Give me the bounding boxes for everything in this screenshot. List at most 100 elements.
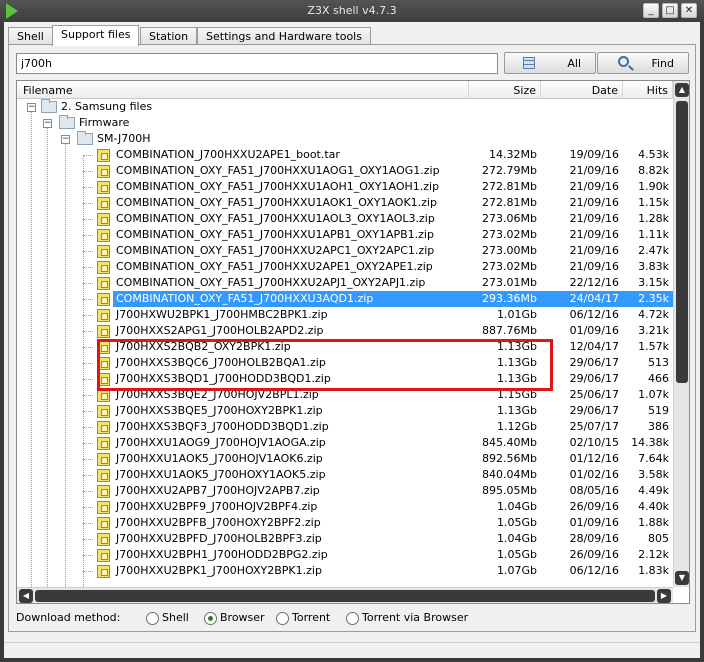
file-row[interactable]: COMBINATION_J700HXXU2APE1_boot.tar 14.32M… (17, 147, 673, 163)
file-row[interactable]: J700HXXU1AOK5_J700HOXY1AOK5.zip 840.04Mb 0… (17, 467, 673, 483)
window-title: Z3X shell v4.7.3 (307, 4, 397, 17)
column-hits[interactable]: Hits (623, 81, 673, 99)
maximize-icon[interactable]: □ (662, 3, 678, 18)
file-row[interactable]: J700HXXU2BPH1_J700HODD2BPG2.zip 1.05Gb 26/… (17, 547, 673, 563)
file-list[interactable]: Filename Size Date Hits − 2. Samsung fil… (16, 80, 690, 604)
file-date: 06/12/16 (569, 564, 619, 577)
vertical-scroll-thumb[interactable] (676, 101, 688, 383)
file-row[interactable]: COMBINATION_OXY_FA51_J700HXXU1AOH1_OXY1A… (17, 179, 673, 195)
archive-file-icon (97, 357, 110, 370)
file-row[interactable]: J700HXXS3BQE5_J700HOXY2BPK1.zip 1.13Gb 29/… (17, 403, 673, 419)
archive-file-icon (97, 229, 110, 242)
tab-settings-hardware[interactable]: Settings and Hardware tools (197, 27, 371, 45)
radio-icon[interactable] (276, 612, 289, 625)
radio-icon[interactable] (146, 612, 159, 625)
file-size: 273.02Mb (482, 228, 537, 241)
tree-guide (83, 203, 93, 204)
archive-file-icon (97, 165, 110, 178)
minimize-icon[interactable]: _ (643, 3, 659, 18)
file-row[interactable]: COMBINATION_OXY_FA51_J700HXXU2APJ1_OXY2A… (17, 275, 673, 291)
file-name: COMBINATION_OXY_FA51_J700HXXU2APE1_OXY2A… (116, 260, 433, 273)
file-hits: 4.40k (638, 500, 669, 513)
file-name: COMBINATION_OXY_FA51_J700HXXU1AOG1_OXY1A… (116, 164, 440, 177)
horizontal-scrollbar[interactable]: ◀ ▶ (17, 587, 673, 603)
radio-icon[interactable] (346, 612, 359, 625)
column-filename[interactable]: Filename (17, 81, 469, 99)
collapse-icon[interactable]: − (61, 135, 70, 144)
title-bar[interactable]: Z3X shell v4.7.3 _ □ ✕ (0, 0, 704, 22)
file-row[interactable]: J700HXXU1AOG9_J700HOJV1AOGA.zip 845.40Mb 0… (17, 435, 673, 451)
file-size: 1.04Gb (497, 532, 537, 545)
scroll-right-icon[interactable]: ▶ (657, 589, 671, 603)
file-row[interactable]: J700HXXU2BPK1_J700HOXY2BPK1.zip 1.07Gb 06/… (17, 563, 673, 579)
tree-node-firmware[interactable]: − Firmware (17, 115, 673, 131)
file-row[interactable]: COMBINATION_OXY_FA51_J700HXXU1AOG1_OXY1A… (17, 163, 673, 179)
archive-file-icon (97, 421, 110, 434)
file-row[interactable]: J700HXWU2BPK1_J700HMBC2BPK1.zip 1.01Gb 06/… (17, 307, 673, 323)
file-row[interactable]: COMBINATION_OXY_FA51_J700HXXU1APB1_OXY1A… (17, 227, 673, 243)
close-icon[interactable]: ✕ (681, 3, 697, 18)
file-row[interactable]: COMBINATION_OXY_FA51_J700HXXU2APC1_OXY2A… (17, 243, 673, 259)
collapse-icon[interactable]: − (27, 103, 36, 112)
folder-icon (41, 99, 57, 113)
search-input[interactable] (16, 53, 498, 74)
file-row[interactable]: J700HXXU2BPFB_J700HOXY2BPF2.zip 1.05Gb 01/… (17, 515, 673, 531)
file-hits: 1.90k (638, 180, 669, 193)
find-button-label: Find (651, 57, 674, 70)
file-row[interactable]: J700HXXU2BPF9_J700HOJV2BPF4.zip 1.04Gb 26/… (17, 499, 673, 515)
file-name: COMBINATION_OXY_FA51_J700HXXU3AQD1.zip (116, 292, 374, 305)
file-size: 1.05Gb (497, 516, 537, 529)
file-size: 272.79Mb (482, 164, 537, 177)
file-date: 26/09/16 (569, 500, 619, 513)
tree-node-samsung-files[interactable]: − 2. Samsung files (17, 99, 673, 115)
file-row[interactable]: J700HXXS3BQF3_J700HODD3BQD1.zip 1.12Gb 25/… (17, 419, 673, 435)
file-row[interactable]: COMBINATION_OXY_FA51_J700HXXU1AOL3_OXY1A… (17, 211, 673, 227)
tab-support-files[interactable]: Support files (52, 25, 140, 46)
horizontal-scroll-thumb[interactable] (35, 590, 655, 602)
file-row[interactable]: J700HXXS3BQD1_J700HODD3BQD1.zip 1.13Gb 29/… (17, 371, 673, 387)
file-date: 21/09/16 (569, 212, 619, 225)
file-name: COMBINATION_J700HXXU2APE1_boot.tar (116, 148, 340, 161)
column-size[interactable]: Size (469, 81, 541, 99)
tree-guide (83, 187, 93, 188)
file-row[interactable]: J700HXXU2APB7_J700HOJV2APB7.zip 895.05Mb 0… (17, 483, 673, 499)
file-date: 24/04/17 (569, 292, 619, 305)
file-row[interactable]: J700HXXS2APG1_J700HOLB2APD2.zip 887.76Mb 0… (17, 323, 673, 339)
tab-shell[interactable]: Shell (8, 27, 53, 45)
scroll-down-icon[interactable]: ▼ (675, 571, 689, 585)
file-date: 25/06/17 (569, 388, 619, 401)
column-date[interactable]: Date (541, 81, 623, 99)
radio-icon[interactable] (204, 612, 217, 625)
file-name: J700HXXU1AOK5_J700HOJV1AOK6.zip (116, 452, 323, 465)
file-row[interactable]: J700HXXS3BQE2_J700HOJV2BPL1.zip 1.15Gb 25/… (17, 387, 673, 403)
tree-guide (83, 219, 93, 220)
file-hits: 1.28k (638, 212, 669, 225)
file-row[interactable]: COMBINATION_OXY_FA51_J700HXXU1AOK1_OXY1A… (17, 195, 673, 211)
tree-node-model[interactable]: − SM-J700H (17, 131, 673, 147)
scroll-up-icon[interactable]: ▲ (675, 83, 689, 97)
file-row[interactable]: J700HXXU2BPFD_J700HOLB2BPF3.zip 1.04Gb 28/… (17, 531, 673, 547)
file-hits: 1.83k (638, 564, 669, 577)
file-size: 1.05Gb (497, 548, 537, 561)
tree-guide (83, 507, 93, 508)
file-size: 273.02Mb (482, 260, 537, 273)
scroll-left-icon[interactable]: ◀ (19, 589, 33, 603)
file-date: 01/09/16 (569, 324, 619, 337)
file-size: 1.13Gb (497, 356, 537, 369)
tree-node-label: SM-J700H (97, 132, 151, 145)
file-row[interactable]: COMBINATION_OXY_FA51_J700HXXU2APE1_OXY2A… (17, 259, 673, 275)
folder-icon (59, 115, 75, 129)
tab-station[interactable]: Station (140, 27, 198, 45)
all-button[interactable]: All (504, 52, 596, 74)
file-row[interactable]: J700HXXS2BQB2_OXY2BPK1.zip 1.13Gb 12/04/17… (17, 339, 673, 355)
tree-node-label: 2. Samsung files (61, 100, 153, 113)
vertical-scrollbar[interactable]: ▲ ▼ (673, 81, 689, 587)
file-row[interactable]: COMBINATION_OXY_FA51_J700HXXU3AQD1.zip 29… (17, 291, 673, 307)
file-size: 887.76Mb (482, 324, 537, 337)
file-row[interactable]: J700HXXS3BQC6_J700HOLB2BQA1.zip 1.13Gb 29/… (17, 355, 673, 371)
file-date: 21/09/16 (569, 260, 619, 273)
file-row[interactable]: J700HXXU1AOK5_J700HOJV1AOK6.zip 892.56Mb 0… (17, 451, 673, 467)
collapse-icon[interactable]: − (43, 119, 52, 128)
tree-guide (83, 555, 93, 556)
find-button[interactable]: Find (597, 52, 689, 74)
